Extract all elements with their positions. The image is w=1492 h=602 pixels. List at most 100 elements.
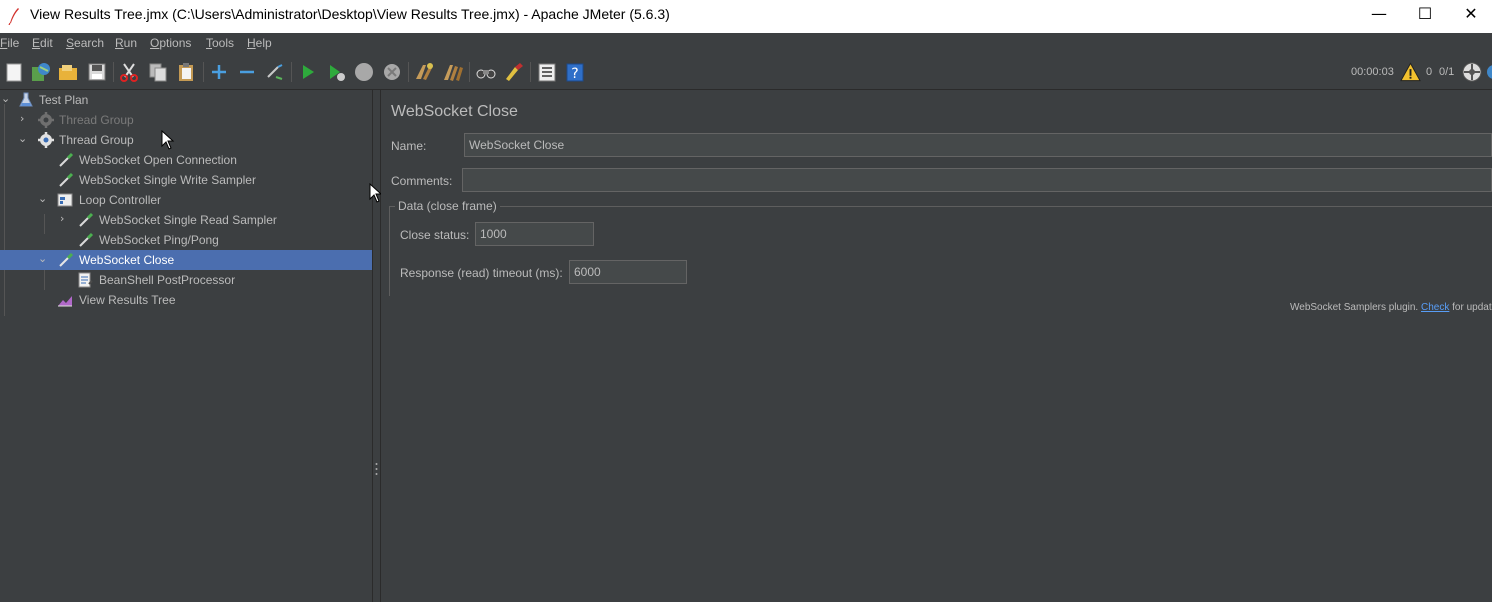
log-viewer-icon[interactable] (1486, 61, 1492, 83)
menu-run[interactable]: Run (115, 36, 137, 50)
save-icon[interactable] (86, 61, 108, 83)
shutdown-icon[interactable] (381, 61, 403, 83)
new-icon[interactable] (3, 61, 25, 83)
tree-node-label: Test Plan (39, 93, 89, 107)
reset-search-icon[interactable] (503, 61, 525, 83)
help-icon[interactable]: ? (564, 61, 586, 83)
timeout-field[interactable]: 6000 (569, 260, 687, 284)
chevron-down-icon[interactable]: ⌄ (1, 92, 13, 108)
clear-all-icon[interactable] (442, 61, 464, 83)
name-label: Name: (391, 139, 427, 153)
tree-node-label: Loop Controller (79, 193, 162, 207)
pipette-icon (79, 232, 94, 247)
toolbar-separator (530, 62, 531, 82)
divider-grip-icon[interactable] (375, 462, 378, 476)
check-updates-link[interactable]: Check (1421, 302, 1449, 313)
tree-node-websocket-ping-pong[interactable]: WebSocket Ping/Pong (0, 230, 372, 250)
group-title: Data (close frame) (395, 199, 500, 213)
tree-node-label: WebSocket Ping/Pong (99, 233, 219, 247)
plugin-note-prefix: WebSocket Samplers plugin. (1290, 302, 1419, 313)
pipette-icon (79, 212, 94, 227)
cut-icon[interactable] (118, 61, 140, 83)
templates-icon[interactable] (29, 61, 51, 83)
search-icon[interactable] (475, 61, 497, 83)
close-frame-group (389, 206, 1492, 296)
maximize-button[interactable]: ☐ (1402, 0, 1448, 30)
tree-node-label: View Results Tree (79, 293, 176, 307)
split-pane-divider[interactable] (372, 90, 381, 602)
comments-field[interactable] (462, 168, 1492, 192)
copy-icon[interactable] (147, 61, 169, 83)
mouse-cursor-icon (161, 130, 175, 150)
menu-tools[interactable]: Tools (206, 36, 234, 50)
tree-node-label: WebSocket Open Connection (79, 153, 237, 167)
comments-label: Comments: (391, 174, 453, 188)
warning-icon[interactable] (1400, 62, 1421, 82)
stop-icon[interactable] (353, 61, 375, 83)
toolbar-separator (113, 62, 114, 82)
tree-node-view-results-tree[interactable]: View Results Tree (0, 290, 372, 310)
chevron-down-icon[interactable]: ⌄ (38, 252, 50, 268)
tree-node-label: WebSocket Single Write Sampler (79, 173, 256, 187)
title-bar: View Results Tree.jmx (C:\Users\Administ… (0, 0, 1492, 33)
tree-node-label: Thread Group (59, 113, 134, 127)
timeout-label: Response (read) timeout (ms): (400, 266, 563, 280)
plugin-note: WebSocket Samplers plugin. Check for upd… (1290, 302, 1492, 313)
toolbar-separator (469, 62, 470, 82)
toolbar-separator (291, 62, 292, 82)
tree-node-websocket-open-connection[interactable]: WebSocket Open Connection (0, 150, 372, 170)
tree-node-websocket-single-read-sampler[interactable]: › WebSocket Single Read Sampler (0, 210, 372, 230)
open-icon[interactable] (57, 61, 79, 83)
jmeter-feather-icon (8, 8, 19, 25)
close-status-label: Close status: (400, 228, 470, 242)
tree-node-loop-controller[interactable]: ⌄ Loop Controller (0, 190, 372, 210)
tree-node-beanshell-postprocessor[interactable]: BeanShell PostProcessor (0, 270, 372, 290)
tree-node-label: WebSocket Single Read Sampler (99, 213, 277, 227)
menu-bar: File Edit Search Run Options Tools Help (0, 33, 1492, 55)
test-plan-tree: ⌄ Test Plan › Thread Group ⌄ Thread Grou… (0, 90, 372, 602)
tree-node-websocket-close[interactable]: ⌄ WebSocket Close (0, 250, 372, 270)
gear-icon (38, 132, 54, 148)
tree-node-thread-group[interactable]: ⌄ Thread Group (0, 130, 372, 150)
menu-file[interactable]: File (0, 36, 19, 50)
elapsed-time: 00:00:03 (1351, 66, 1394, 78)
chevron-down-icon[interactable]: ⌄ (38, 192, 50, 208)
window-title: View Results Tree.jmx (C:\Users\Administ… (30, 6, 670, 22)
menu-edit[interactable]: Edit (32, 36, 53, 50)
remote-engine-icon[interactable] (1461, 61, 1483, 83)
close-button[interactable]: ✕ (1448, 0, 1492, 30)
start-no-pauses-icon[interactable] (325, 61, 347, 83)
close-status-field[interactable]: 1000 (475, 222, 594, 246)
warning-count: 0 (1426, 66, 1433, 78)
expand-icon[interactable] (208, 61, 230, 83)
plugin-note-suffix: for updates (1452, 302, 1492, 313)
tree-node-websocket-single-write-sampler[interactable]: WebSocket Single Write Sampler (0, 170, 372, 190)
test-plan-icon (19, 92, 33, 107)
active-threads: 0/1 (1439, 66, 1455, 78)
toggle-icon[interactable] (264, 61, 286, 83)
chevron-right-icon[interactable]: › (60, 212, 72, 228)
paste-icon[interactable] (175, 61, 197, 83)
gear-icon (38, 112, 54, 128)
tree-node-label: BeanShell PostProcessor (99, 273, 236, 287)
minimize-button[interactable]: — (1356, 0, 1402, 30)
start-icon[interactable] (297, 61, 319, 83)
menu-options[interactable]: Options (150, 36, 191, 50)
menu-help[interactable]: Help (247, 36, 272, 50)
function-helper-icon[interactable] (536, 61, 558, 83)
tree-node-label: WebSocket Close (79, 253, 175, 267)
panel-title: WebSocket Close (391, 103, 518, 120)
collapse-icon[interactable] (236, 61, 258, 83)
chevron-right-icon[interactable]: › (20, 112, 32, 128)
controller-icon (57, 193, 73, 207)
toolbar-separator (203, 62, 204, 82)
menu-search[interactable]: Search (66, 36, 104, 50)
tree-node-test-plan[interactable]: ⌄ Test Plan (0, 90, 372, 110)
clear-icon[interactable] (413, 61, 435, 83)
name-field[interactable]: WebSocket Close (464, 133, 1492, 157)
pipette-icon (59, 152, 74, 167)
svg-text:?: ? (571, 66, 578, 82)
tree-node-thread-group-disabled[interactable]: › Thread Group (0, 110, 372, 130)
toolbar-separator (408, 62, 409, 82)
chevron-down-icon[interactable]: ⌄ (18, 132, 30, 148)
